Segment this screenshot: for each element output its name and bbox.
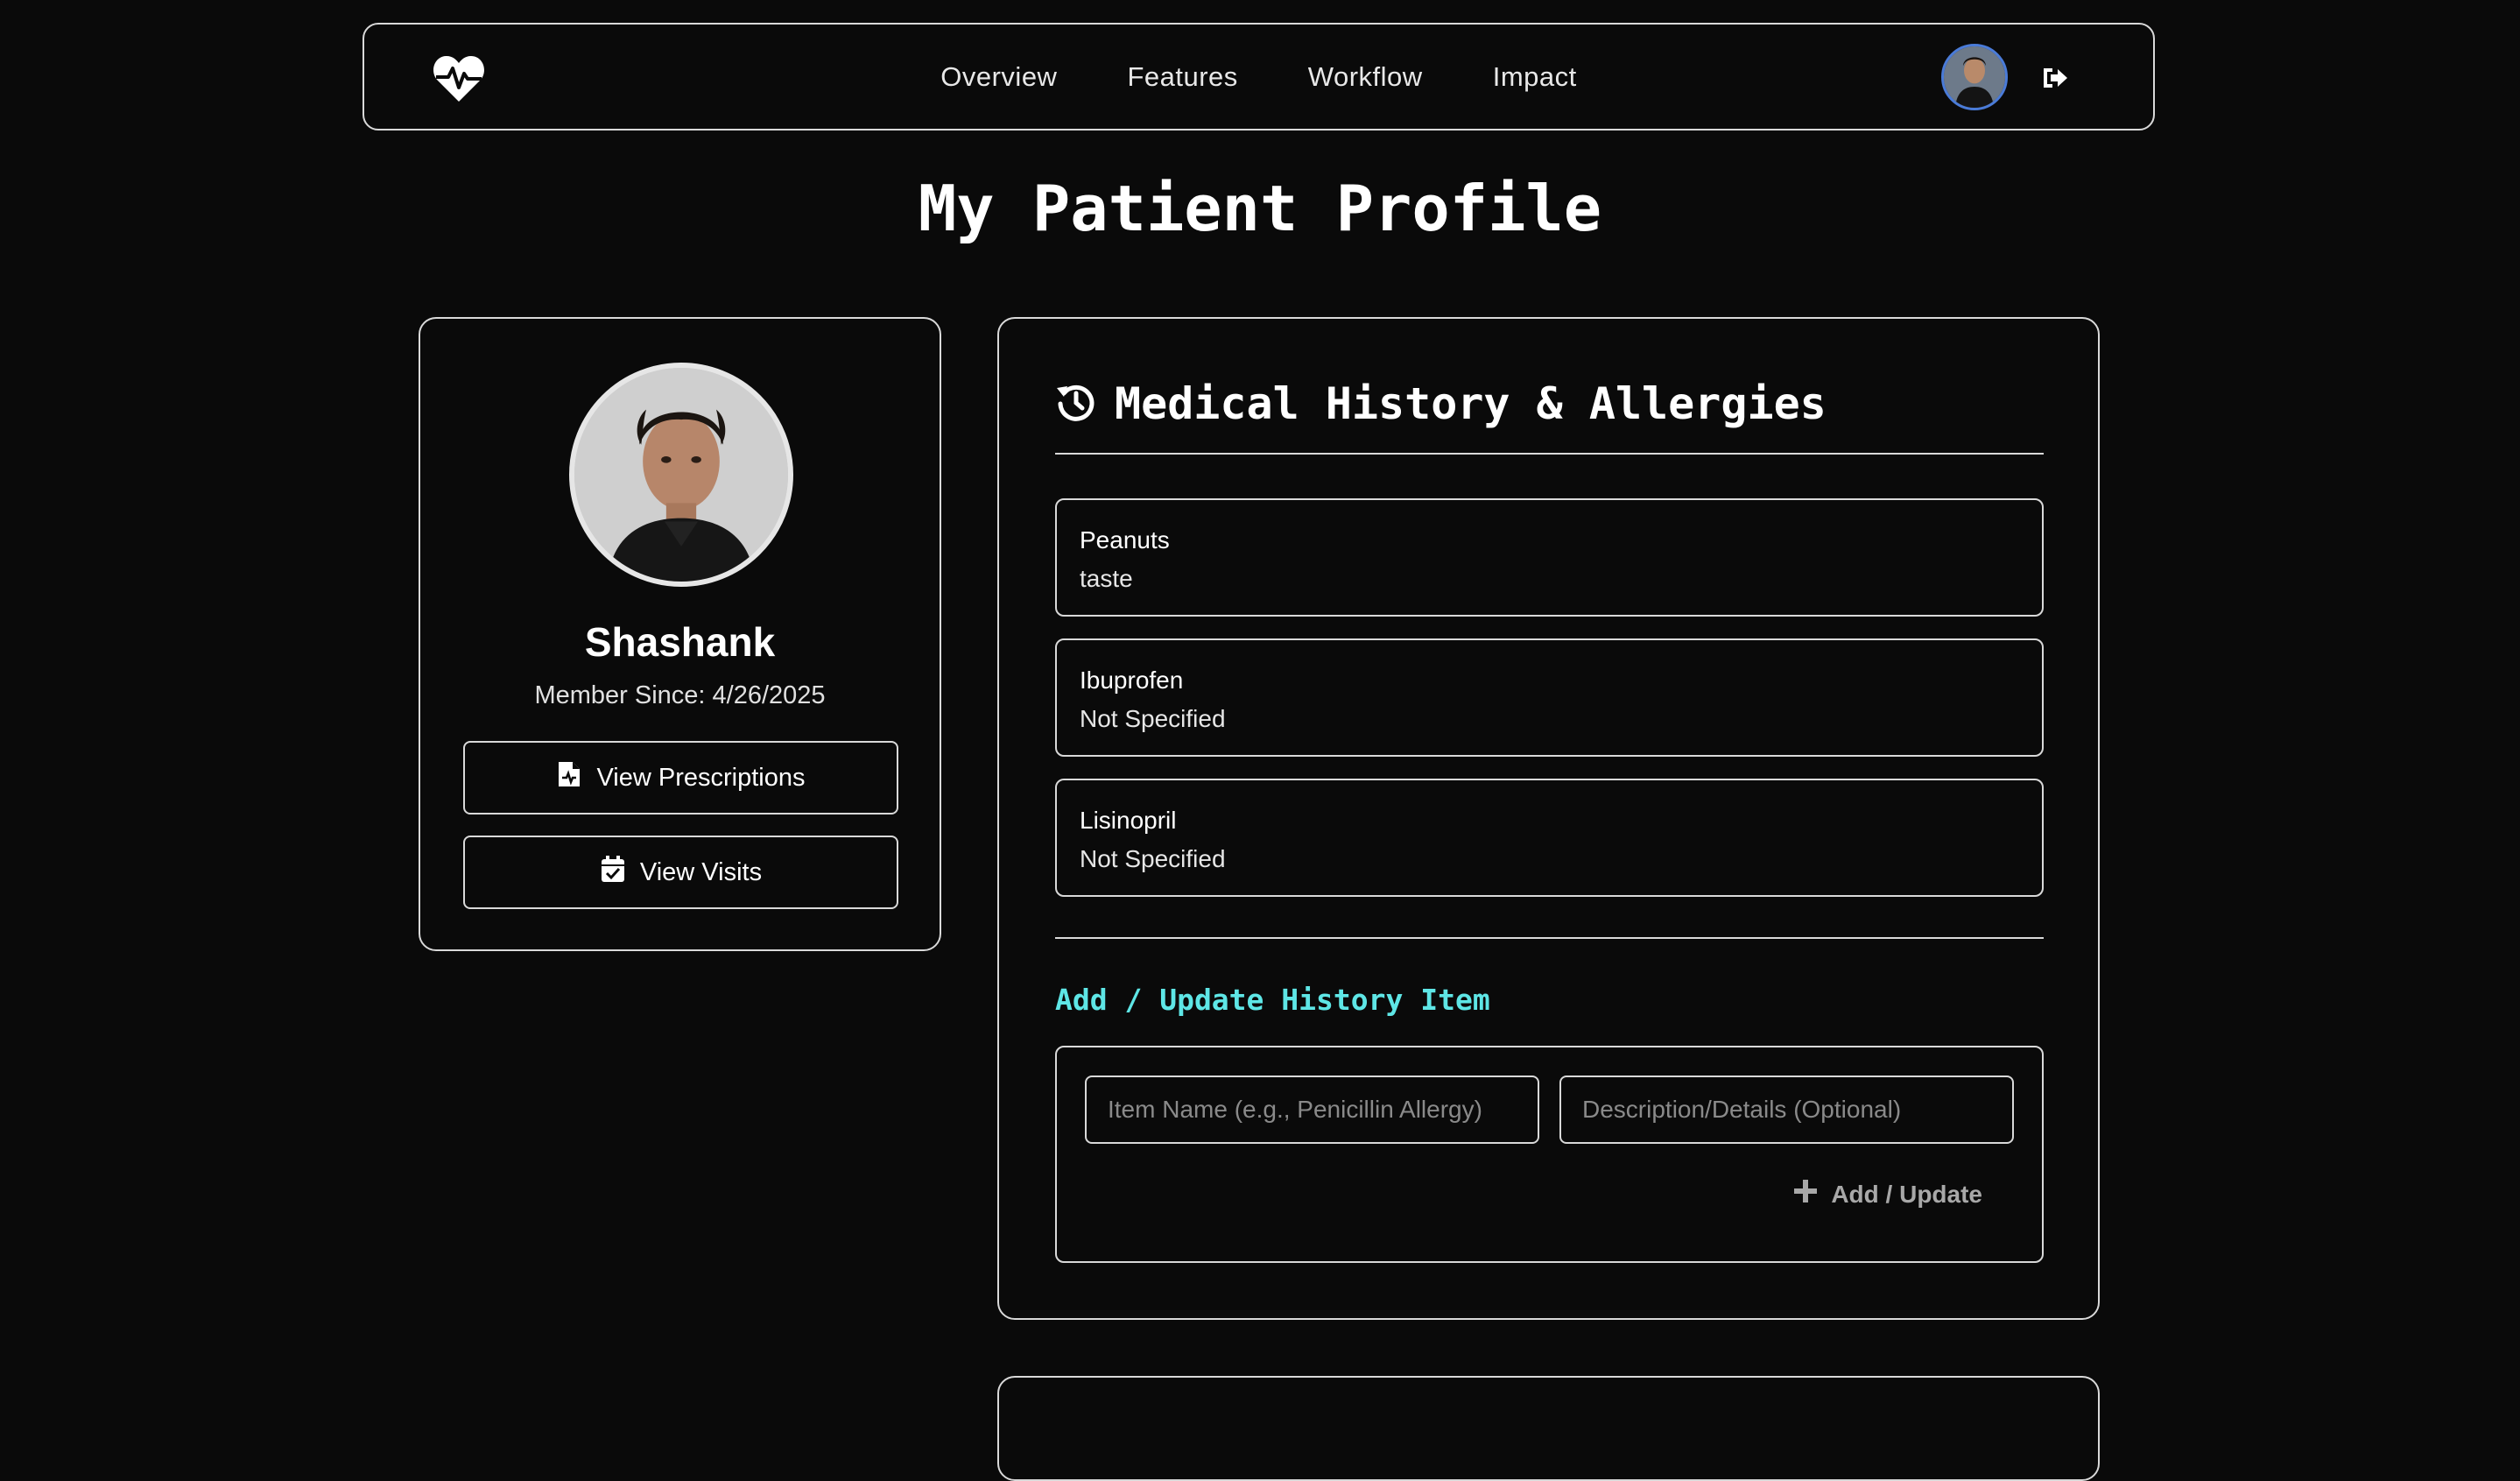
plus-icon <box>1792 1178 1819 1210</box>
history-title: Medical History & Allergies <box>1115 378 1827 429</box>
user-avatar[interactable] <box>1941 44 2008 110</box>
history-item-description: Not Specified <box>1080 845 1226 872</box>
add-update-label: Add / Update <box>1831 1180 1982 1208</box>
description-input[interactable] <box>1559 1075 2014 1144</box>
add-history-title: Add / Update History Item <box>1055 983 1490 1017</box>
history-item-name: Peanuts <box>1080 526 1170 554</box>
divider <box>1055 453 2044 455</box>
view-prescriptions-label: View Prescriptions <box>596 763 806 792</box>
prescription-file-icon <box>556 760 582 795</box>
history-item-name: Ibuprofen <box>1080 666 1184 694</box>
history-header: Medical History & Allergies <box>1055 378 1827 429</box>
history-item[interactable]: Ibuprofen Not Specified <box>1055 638 2044 757</box>
nav-link-overview[interactable]: Overview <box>940 61 1057 93</box>
profile-card: Shashank Member Since: 4/26/2025 View Pr… <box>419 317 941 951</box>
history-item-description: Not Specified <box>1080 705 1226 732</box>
next-section-card <box>997 1376 2100 1481</box>
history-item-name: Lisinopril <box>1080 807 1177 834</box>
divider <box>1055 937 2044 939</box>
page-title: My Patient Profile <box>918 172 1602 245</box>
history-icon <box>1055 381 1097 427</box>
add-update-button[interactable]: Add / Update <box>1787 1177 1988 1211</box>
history-item-description: taste <box>1080 565 1133 592</box>
profile-name: Shashank <box>584 619 776 665</box>
member-since-text: Member Since: 4/26/2025 <box>534 681 826 709</box>
top-navbar: Overview Features Workflow Impact <box>363 23 2155 130</box>
item-name-input[interactable] <box>1085 1075 1539 1144</box>
view-prescriptions-button[interactable]: View Prescriptions <box>463 741 898 815</box>
medical-history-card: Medical History & Allergies Peanuts tast… <box>997 317 2100 1320</box>
view-visits-label: View Visits <box>639 857 763 886</box>
nav-link-impact[interactable]: Impact <box>1493 61 1577 93</box>
profile-photo <box>569 363 793 587</box>
view-visits-button[interactable]: View Visits <box>463 836 898 909</box>
calendar-check-icon <box>600 855 626 890</box>
logout-icon[interactable] <box>2040 63 2070 93</box>
nav-links: Overview Features Workflow Impact <box>364 25 2153 129</box>
nav-link-features[interactable]: Features <box>1127 61 1237 93</box>
history-item[interactable]: Lisinopril Not Specified <box>1055 779 2044 897</box>
heart-pulse-icon[interactable] <box>433 54 485 103</box>
add-history-form: Add / Update <box>1055 1046 2044 1263</box>
history-item[interactable]: Peanuts taste <box>1055 498 2044 617</box>
nav-link-workflow[interactable]: Workflow <box>1308 61 1423 93</box>
